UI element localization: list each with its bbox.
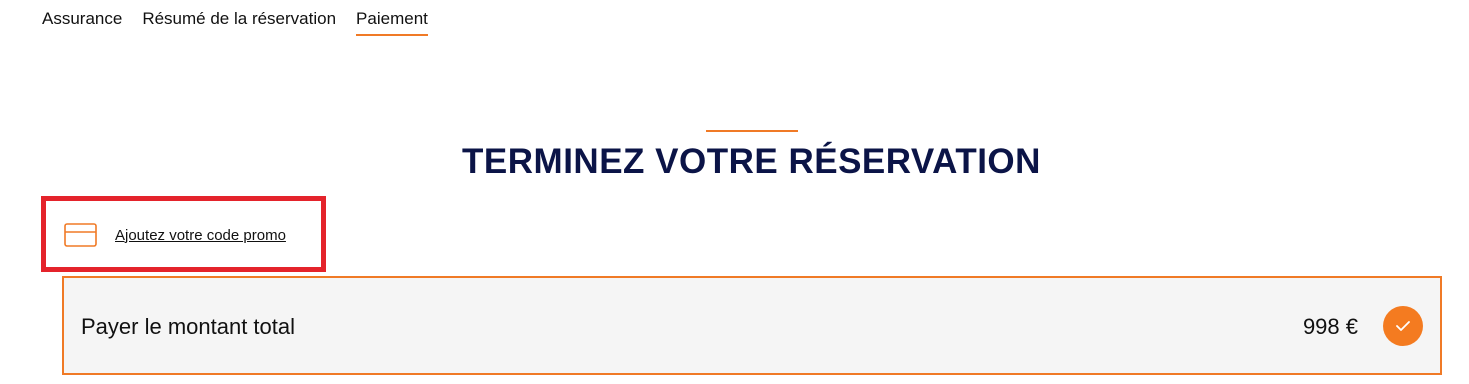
- title-accent-bar: [705, 130, 798, 132]
- promo-highlight-box: Ajoutez votre code promo: [41, 196, 326, 272]
- page: Assurance Résumé de la réservation Paiem…: [0, 0, 1469, 384]
- step-payment[interactable]: Paiement: [356, 8, 428, 36]
- payment-option-label: Payer le montant total: [81, 314, 296, 339]
- step-booking-summary[interactable]: Résumé de la réservation: [142, 8, 336, 36]
- credit-card-icon: [64, 223, 97, 247]
- promo-code-label: Ajoutez votre code promo: [115, 226, 286, 244]
- step-assurance[interactable]: Assurance: [42, 8, 122, 36]
- page-title: TERMINEZ VOTRE RÉSERVATION: [462, 142, 1041, 181]
- check-icon: [1396, 321, 1410, 331]
- add-promo-code-link[interactable]: Ajoutez votre code promo: [64, 223, 286, 247]
- booking-steps-nav: Assurance Résumé de la réservation Paiem…: [42, 8, 428, 36]
- payment-amount: 998 €: [1302, 314, 1358, 339]
- selected-check-badge: [1383, 306, 1423, 346]
- title-section: TERMINEZ VOTRE RÉSERVATION: [0, 130, 1469, 184]
- pay-full-amount-option[interactable]: Payer le montant total 998 €: [62, 276, 1442, 375]
